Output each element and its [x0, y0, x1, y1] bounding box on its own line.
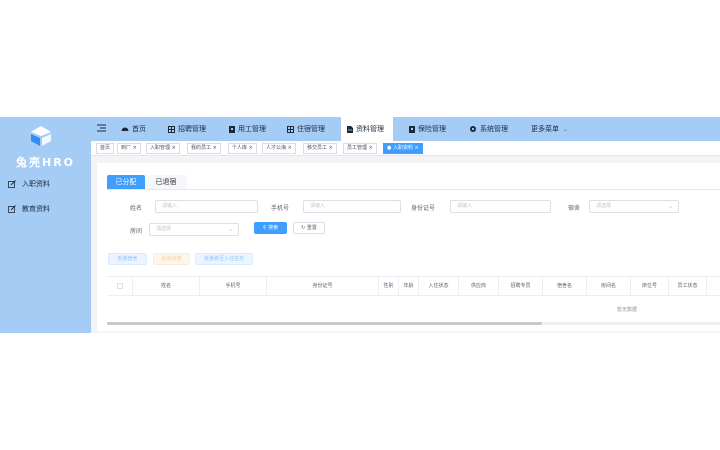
nav-system[interactable]: 系统管理 — [469, 117, 508, 141]
column-header[interactable]: 身份证号 — [267, 277, 379, 295]
column-header[interactable]: 性别 — [379, 277, 399, 295]
room-select-placeholder: 请选择 — [156, 226, 172, 232]
column-header[interactable]: 员工状态 — [669, 277, 707, 295]
sidebar-item-onboarding-docs[interactable]: 入职资料 — [8, 177, 50, 191]
column-header[interactable]: 入住状态 — [419, 277, 459, 295]
tag-item[interactable]: 到厂 × — [117, 143, 141, 154]
nav-label: 招聘管理 — [178, 125, 206, 133]
column-header[interactable]: 年龄 — [399, 277, 419, 295]
dorm-select[interactable]: 请选择 ⌄ — [589, 200, 679, 213]
tab-assigned[interactable]: 已分配 — [107, 175, 145, 189]
column-header[interactable]: 招聘专员 — [499, 277, 543, 295]
sidebar-item-label: 入职资料 — [22, 180, 50, 188]
grid-icon — [287, 125, 294, 133]
phone-label: 手机号 — [271, 205, 290, 212]
chevron-down-icon: ⌄ — [667, 203, 673, 210]
nav-accommodation[interactable]: 住宿管理 — [287, 117, 325, 141]
nav-employment[interactable]: 用工管理 — [229, 117, 266, 141]
tag-item[interactable]: 员工管理 × — [343, 143, 377, 154]
nav-label: 更多菜单 — [531, 125, 559, 133]
column-header[interactable]: 姓名 — [133, 277, 200, 295]
grid-icon — [168, 125, 175, 133]
tag-item-active[interactable]: ● 入职资料 × — [383, 143, 423, 154]
gear-icon — [470, 126, 476, 132]
table-empty-text: 暂无数据 — [617, 307, 638, 313]
horizontal-scrollbar-thumb[interactable] — [107, 322, 542, 325]
menu-toggle-icon[interactable] — [97, 123, 107, 133]
nav-home[interactable]: 首页 — [121, 117, 146, 141]
sidebar: 兔壳HRO 入职资料 教育资料 — [0, 117, 91, 333]
idcard-label: 身份证号 — [411, 205, 436, 212]
nav-documents[interactable]: 资料管理 — [341, 117, 393, 141]
sidebar-item-education-docs[interactable]: 教育资料 — [8, 202, 50, 216]
batch-dorm-button[interactable]: 批量宿舍 — [108, 253, 147, 265]
room-label: 房间 — [130, 228, 143, 235]
dorm-label: 宿舍 — [568, 205, 581, 212]
name-label: 姓名 — [130, 205, 143, 212]
name-input[interactable]: 请输入 — [155, 200, 258, 213]
tab-checked-out[interactable]: 已退宿 — [145, 175, 187, 189]
tag-item[interactable]: 入职管理 × — [146, 143, 180, 154]
nav-label: 资料管理 — [356, 125, 384, 133]
search-button-label: 搜索 — [268, 225, 279, 231]
select-all-cell — [107, 277, 133, 295]
idcard-input[interactable]: 请输入 — [450, 200, 551, 213]
tag-item[interactable]: 人才公海 × — [262, 143, 296, 154]
tag-item[interactable]: 个人库 × — [228, 143, 257, 154]
badge-icon — [409, 125, 415, 133]
sidebar-item-label: 教育资料 — [22, 205, 50, 213]
dashboard-icon — [121, 127, 129, 131]
table-header: 姓名 手机号 身份证号 性别 年龄 入住状态 供应商 招聘专员 宿舍名 房间名 … — [107, 276, 720, 296]
reset-button[interactable]: ↻ 重置 — [293, 222, 325, 234]
dorm-select-placeholder: 请选择 — [596, 203, 612, 209]
badge-icon — [229, 125, 235, 133]
edit-icon — [8, 180, 16, 188]
batch-checkout-button[interactable]: 批量退宿 — [153, 253, 190, 265]
column-header[interactable]: 供应商 — [459, 277, 499, 295]
nav-recruitment[interactable]: 招聘管理 — [168, 117, 206, 141]
nav-more-menu[interactable]: 更多菜单 ⌄ — [531, 117, 568, 141]
column-header[interactable]: 房间名 — [587, 277, 631, 295]
select-all-checkbox[interactable] — [116, 282, 123, 289]
document-icon — [347, 125, 353, 133]
nav-label: 系统管理 — [480, 125, 508, 133]
tag-item[interactable]: 首页 — [96, 143, 115, 154]
tab-divider — [107, 189, 720, 190]
nav-label: 住宿管理 — [297, 125, 325, 133]
column-header[interactable]: 床位号 — [631, 277, 669, 295]
brand-logo-icon — [30, 125, 52, 147]
nav-insurance[interactable]: 保险管理 — [409, 117, 446, 141]
chevron-down-icon: ⌄ — [563, 125, 569, 133]
tag-item[interactable]: 移交员工 × — [303, 143, 337, 154]
reset-button-label: 重置 — [306, 225, 317, 231]
edit-icon — [8, 205, 16, 213]
search-button[interactable]: ⚲ 搜索 — [254, 222, 287, 234]
phone-input[interactable]: 请输入 — [303, 200, 401, 213]
column-header[interactable]: 宿舍名 — [543, 277, 587, 295]
app-window: 兔壳HRO 入职资料 教育资料 首页 招聘管理 用工管理 住宿管理 资料管理 保… — [0, 117, 720, 333]
nav-label: 首页 — [132, 125, 146, 133]
room-select[interactable]: 请选择 ⌄ — [149, 223, 239, 236]
chevron-down-icon: ⌄ — [227, 226, 233, 233]
tags-view-bar: 首页 到厂 × 入职管理 × 我的员工 × 个人库 × 人才公海 × 移交员工 … — [91, 141, 720, 156]
brand-name: 兔壳HRO — [15, 156, 76, 169]
main-content: 已分配 已退宿 姓名 请输入 手机号 请输入 身份证号 请输入 宿舍 请选择 ⌄… — [97, 163, 720, 331]
tag-item[interactable]: 我的员工 × — [187, 143, 221, 154]
top-navbar: 首页 招聘管理 用工管理 住宿管理 资料管理 保险管理 系统管理 更多菜单 ⌄ — [91, 117, 720, 141]
nav-label: 保险管理 — [418, 125, 446, 133]
column-header[interactable]: 手机号 — [200, 277, 267, 295]
nav-label: 用工管理 — [238, 125, 266, 133]
batch-move-button[interactable]: 批量移至入住任务 — [195, 253, 253, 265]
